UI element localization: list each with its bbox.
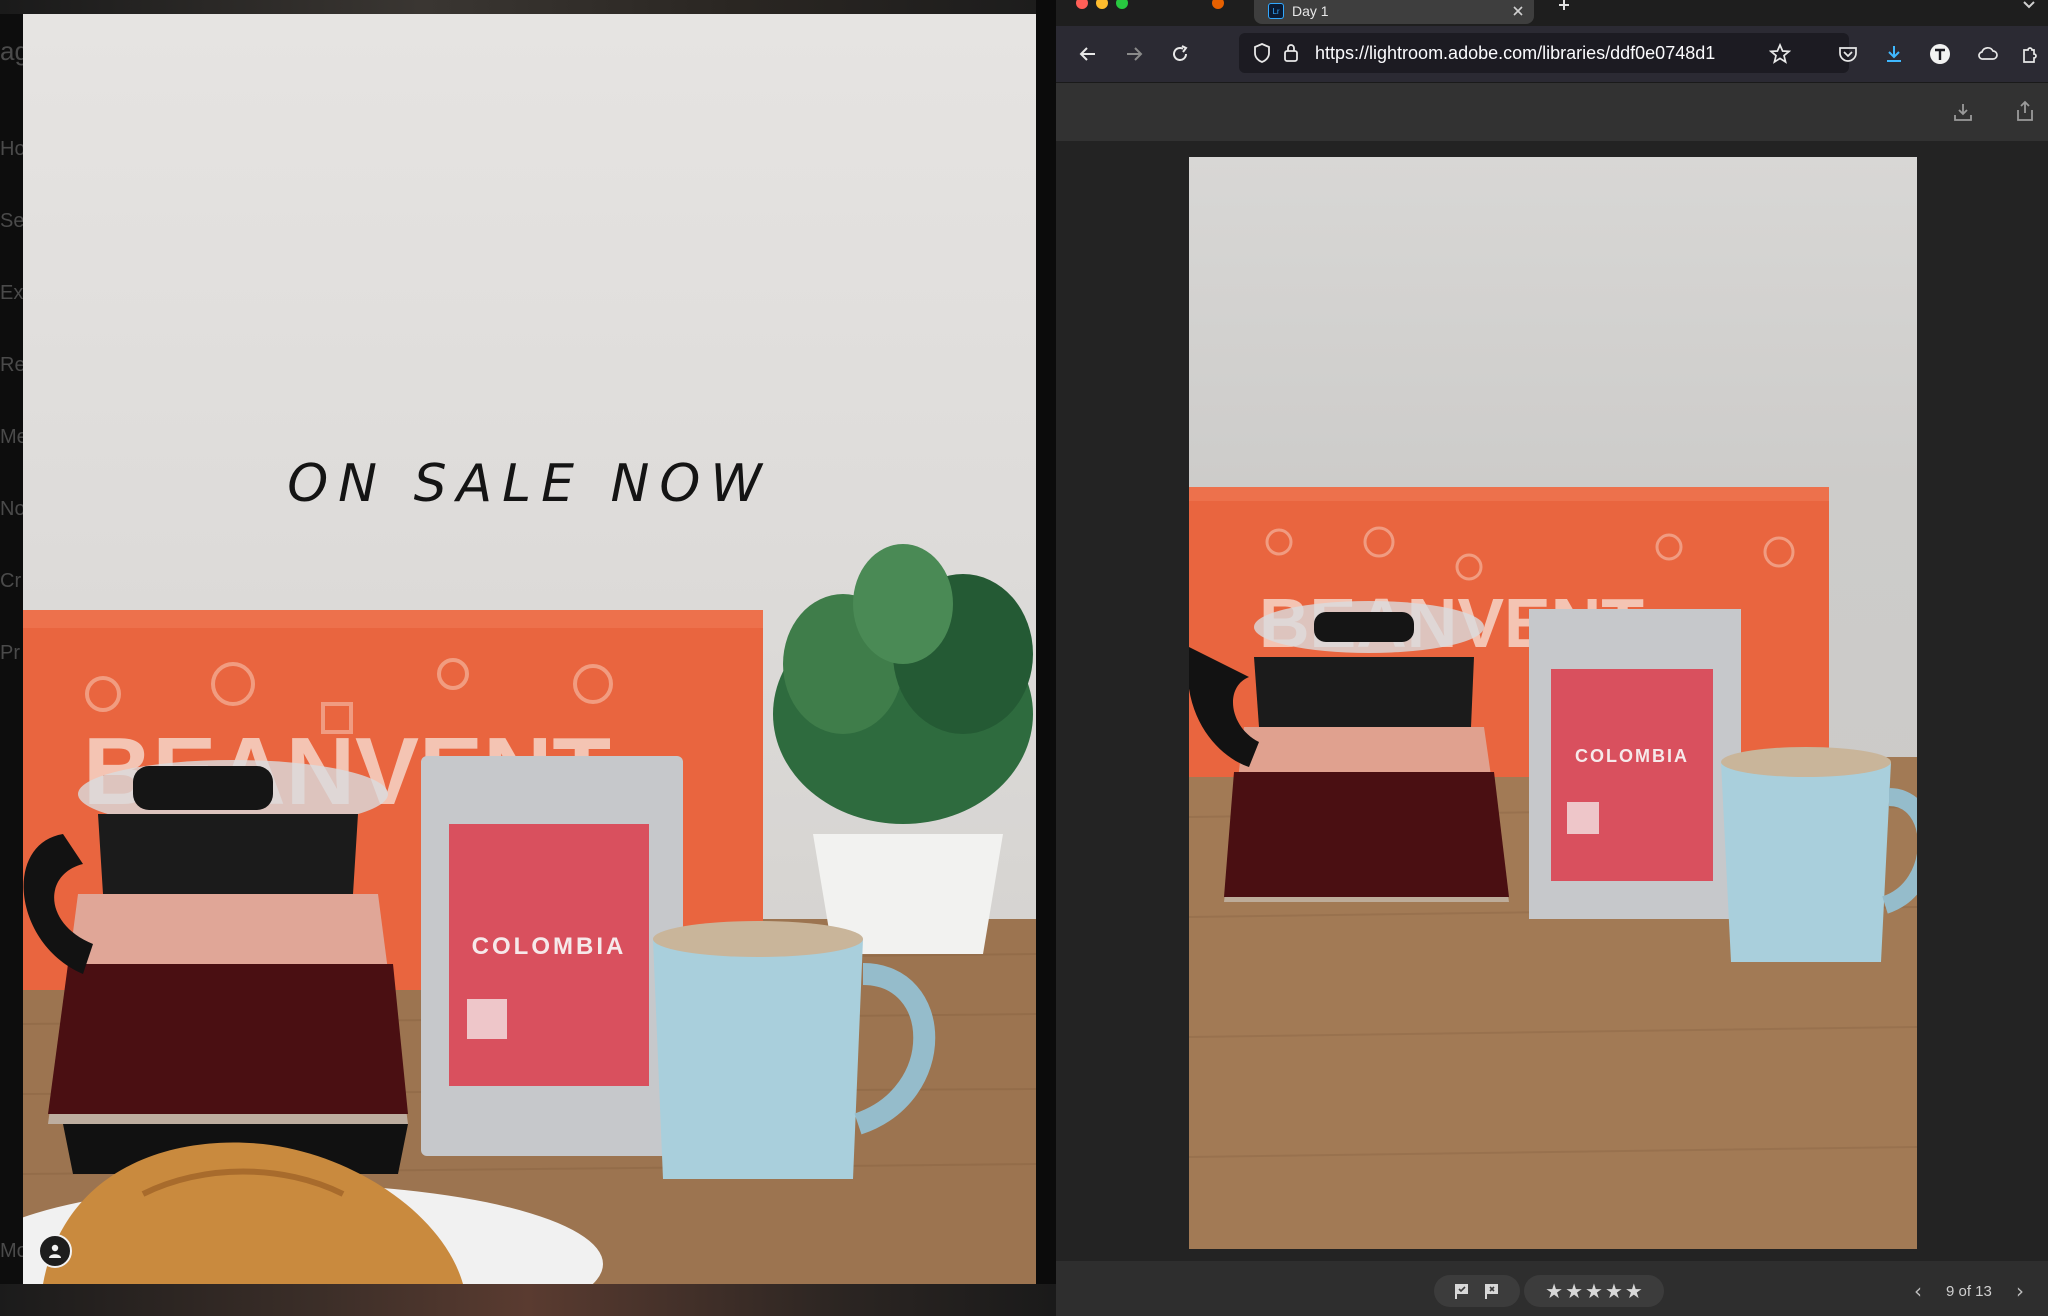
address-bar[interactable]: https://lightroom.adobe.com/libraries/dd…: [1239, 33, 1849, 73]
poster-scene: BEANVENT COLOMBIA: [23, 544, 1036, 1284]
next-photo-icon[interactable]: ›: [2016, 1279, 2024, 1303]
rating-star-4[interactable]: ★: [1605, 1279, 1623, 1303]
url-text: https://lightroom.adobe.com/libraries/dd…: [1315, 42, 1716, 63]
packet-label: [1551, 669, 1713, 881]
window-divider: [1036, 0, 1056, 1316]
coffee-liquid: [1224, 772, 1509, 897]
download-icon[interactable]: [1952, 101, 1974, 123]
rating-star-5[interactable]: ★: [1625, 1279, 1643, 1303]
tab-bar: Lr Day 1: [1056, 0, 2048, 26]
shield-icon[interactable]: [1253, 43, 1271, 63]
side-menu: ag Ho Se Ex Re Me No Cr Pr Mo: [0, 0, 24, 1316]
side-menu-item[interactable]: Ho: [0, 138, 24, 161]
rating-star-1[interactable]: ★: [1545, 1279, 1563, 1303]
blue-mug: [653, 939, 863, 1179]
viewer-footer: ★ ★ ★ ★ ★ ‹ 9 of 13 ›: [1056, 1261, 2048, 1316]
side-menu-item[interactable]: Se: [0, 210, 24, 233]
cloud-icon: [1978, 47, 1998, 60]
pick-flag-icon[interactable]: [1453, 1282, 1471, 1300]
side-menu-item[interactable]: Cr: [0, 570, 24, 593]
coffee-liquid: [48, 964, 408, 1114]
downloads-button[interactable]: [1880, 40, 1908, 68]
design-preview-window: ag Ho Se Ex Re Me No Cr Pr Mo COLOMBIA O…: [0, 0, 1056, 1316]
packet-title: COLOMBIA: [1575, 746, 1689, 766]
qr-code: [467, 999, 507, 1039]
chevron-down-icon[interactable]: [2022, 0, 2036, 10]
qr-code: [1567, 802, 1599, 834]
flag-controls: [1434, 1275, 1520, 1307]
tab-label: Day 1: [1292, 3, 1329, 19]
browser-toolbar: https://lightroom.adobe.com/libraries/dd…: [1056, 26, 2048, 83]
text-extension-icon: [1930, 44, 1950, 64]
rating-star-3[interactable]: ★: [1585, 1279, 1603, 1303]
puzzle-icon: [2023, 47, 2037, 63]
extension-button[interactable]: [1926, 40, 1954, 68]
minimize-window-button[interactable]: [1096, 0, 1108, 9]
reload-icon: [1173, 45, 1188, 61]
browser-window: Lr Day 1 https://lightroom.adobe.com/lib…: [1056, 0, 2048, 1316]
photo-viewer: BEANVENT COLOMBIA: [1056, 141, 2048, 1261]
lightroom-favicon-icon: Lr: [1268, 3, 1284, 19]
photo-scene: BEANVENT COLOMBIA: [1189, 487, 1917, 1249]
lock-icon[interactable]: [1283, 43, 1299, 63]
zoom-window-button[interactable]: [1116, 0, 1128, 9]
close-window-button[interactable]: [1076, 0, 1088, 9]
blue-mug: [1721, 762, 1891, 962]
plant-leaves: [773, 544, 1033, 824]
side-menu-item[interactable]: Ex: [0, 282, 24, 305]
star-rating: ★ ★ ★ ★ ★: [1524, 1275, 1664, 1307]
new-tab-icon[interactable]: [1556, 0, 1572, 12]
packet-title: COLOMBIA: [472, 933, 627, 960]
side-menu-item[interactable]: Pr: [0, 642, 24, 665]
share-icon[interactable]: [2014, 99, 2036, 123]
side-menu-item[interactable]: Me: [0, 426, 24, 449]
pocket-icon: [1839, 47, 1857, 62]
extensions-button[interactable]: [2016, 40, 2044, 68]
bookmark-button[interactable]: [1766, 40, 1794, 68]
reject-flag-icon[interactable]: [1483, 1282, 1501, 1300]
firefox-icon: [1212, 0, 1224, 9]
back-button[interactable]: [1074, 40, 1102, 68]
user-icon: [49, 1244, 61, 1258]
page-counter: 9 of 13: [1946, 1283, 1992, 1300]
sale-headline: ON SALE NOW: [287, 454, 772, 514]
arrow-right-icon: [1127, 47, 1143, 61]
side-menu-item[interactable]: Mo: [0, 1240, 24, 1263]
avatar-button[interactable]: [38, 1234, 72, 1268]
sale-poster: BEANVENT COLOMBIA: [23, 14, 1036, 1284]
download-icon: [1887, 46, 1901, 62]
close-tab-icon[interactable]: [1512, 5, 1524, 17]
background-strip-top: [0, 0, 1056, 14]
background-strip-bottom: [0, 1284, 1056, 1316]
side-menu-logo: ag: [0, 36, 24, 66]
side-menu-item[interactable]: Re: [0, 354, 24, 377]
star-outline-icon: [1769, 43, 1791, 64]
tab-day-1[interactable]: Lr Day 1: [1254, 0, 1534, 24]
reload-button[interactable]: [1166, 40, 1194, 68]
side-menu-item[interactable]: No: [0, 498, 24, 521]
photo-preview[interactable]: BEANVENT COLOMBIA: [1189, 157, 1917, 1249]
arrow-left-icon: [1079, 47, 1095, 61]
lightroom-header-bar: [1056, 83, 2048, 141]
sync-button[interactable]: [1974, 40, 2002, 68]
previous-photo-icon[interactable]: ‹: [1914, 1279, 1922, 1303]
forward-button[interactable]: [1120, 40, 1148, 68]
pocket-button[interactable]: [1834, 40, 1862, 68]
rating-star-2[interactable]: ★: [1565, 1279, 1583, 1303]
